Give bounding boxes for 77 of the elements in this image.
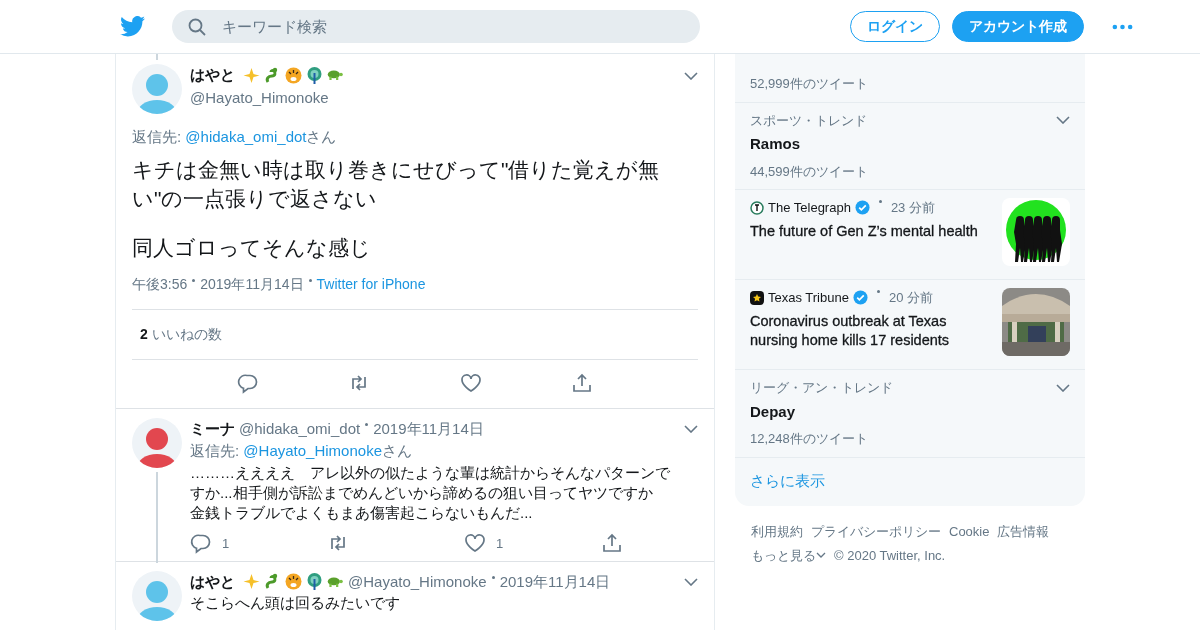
- bird-logo-icon[interactable]: [120, 16, 145, 37]
- separator-dot-icon: [365, 422, 369, 426]
- trend-title[interactable]: Depay: [750, 400, 1070, 423]
- circle-logo-icon: [750, 200, 764, 215]
- star-logo-icon: [750, 290, 764, 305]
- trend-context: リーグ・アン・トレンド: [750, 379, 893, 397]
- tweet-date[interactable]: 2019年11月14日: [499, 570, 611, 593]
- copyright-text: © 2020 Twitter, Inc.: [834, 546, 946, 565]
- turtle-icon: [327, 70, 344, 81]
- caret-icon[interactable]: [684, 72, 698, 80]
- news-time: 20 分前: [888, 289, 933, 307]
- caret-icon[interactable]: [684, 424, 698, 433]
- mention-link[interactable]: @Hayato_Himonoke: [243, 442, 382, 459]
- likes-count[interactable]: 2: [140, 323, 148, 345]
- reply-to-line: 返信先: @hidaka_omi_dotさん: [132, 127, 338, 147]
- separator-dot-icon: [876, 290, 880, 293]
- likes-label[interactable]: いいねの数: [151, 323, 222, 345]
- sparkles-icon: [243, 573, 260, 591]
- reply-icon[interactable]: [236, 373, 259, 394]
- user-name[interactable]: はやと: [190, 64, 235, 87]
- caret-icon[interactable]: [1056, 116, 1070, 125]
- more-link[interactable]: もっと見る: [751, 545, 826, 565]
- footer-link[interactable]: 広告情報: [997, 522, 1050, 542]
- footer-link[interactable]: 利用規約: [751, 522, 803, 542]
- news-source[interactable]: Texas Tribune: [768, 288, 849, 308]
- signup-button[interactable]: アカウント作成: [952, 11, 1084, 42]
- user-handle[interactable]: @Hayato_Himonoke: [190, 86, 676, 109]
- caret-icon[interactable]: [1056, 383, 1070, 392]
- show-more-link[interactable]: さらに表示: [735, 457, 1085, 506]
- separator-dot-icon: [878, 200, 882, 203]
- turtle-icon: [327, 576, 344, 587]
- tweet-time[interactable]: 午後3:56: [132, 273, 188, 295]
- news-source[interactable]: The Telegraph: [768, 198, 851, 218]
- trend-title[interactable]: Ramos: [750, 133, 1070, 156]
- heart-icon[interactable]: [459, 373, 482, 394]
- tweet-text: 金銭トラブルでよくもまあ傷害起こらないもんだ...: [190, 502, 534, 523]
- news-time: 23 分前: [890, 199, 935, 217]
- tweet-text: キチは金無い時は取り巻きにせびって"借りた覚えが無い"の一点張りで返さない: [132, 156, 661, 212]
- heart-icon[interactable]: [464, 533, 486, 554]
- footer-link[interactable]: プライバシーポリシー: [811, 522, 941, 542]
- tweet-text: 同人ゴロってそんな感じ: [132, 234, 372, 261]
- tweet-date[interactable]: 2019年11月14日: [200, 273, 304, 295]
- news-headline[interactable]: The future of Gen Z’s mental health: [750, 221, 994, 241]
- reply-to-line: 返信先: @Hayato_Himonokeさん: [190, 441, 413, 461]
- footer-link[interactable]: Cookie: [949, 522, 990, 542]
- caret-icon: [816, 552, 826, 559]
- user-name[interactable]: はやと: [190, 570, 235, 593]
- login-button[interactable]: ログイン: [850, 11, 940, 42]
- news-headline[interactable]: Coronavirus outbreak at Texas nursing home kills 17 residents: [750, 311, 994, 350]
- share-icon[interactable]: [571, 373, 594, 394]
- tweet-text: ………ええええ アレ以外の似たような輩は統計からそんなパターンですか...相手側が訴訟までめんどいから諦めるの狙い目ってヤツですか: [190, 462, 671, 503]
- sparkles-icon: [243, 66, 260, 84]
- tweet-count: 44,599件のツイート: [750, 162, 869, 181]
- tweet-text: そこらへん頭は回るみたいです: [190, 593, 401, 613]
- separator-dot-icon: [308, 278, 312, 282]
- user-handle[interactable]: @hidaka_omi_dot: [239, 417, 361, 440]
- verified-icon: [854, 200, 870, 216]
- search-icon: [188, 18, 206, 36]
- search-field[interactable]: キーワード検索: [172, 10, 700, 43]
- user-handle[interactable]: @Hayato_Himonoke: [348, 570, 487, 593]
- tweet-date[interactable]: 2019年11月14日: [373, 417, 484, 440]
- tweet-count: 12,248件のツイート: [750, 430, 869, 448]
- trend-context: スポーツ・トレンド: [750, 111, 867, 130]
- avatar[interactable]: [132, 417, 182, 468]
- like-count: 1: [496, 534, 504, 553]
- reply-count: 1: [222, 534, 230, 553]
- more-icon[interactable]: [1112, 23, 1133, 30]
- tweet-count: 52,999件のツイート: [750, 75, 869, 93]
- source-link[interactable]: Twitter for iPhone: [316, 273, 426, 295]
- reply-icon[interactable]: [190, 533, 212, 554]
- separator-dot-icon: [192, 278, 196, 282]
- caret-icon[interactable]: [684, 577, 698, 586]
- mention-link[interactable]: @hidaka_omi_dot: [185, 128, 307, 145]
- user-name[interactable]: ミーナ: [190, 417, 235, 440]
- share-icon[interactable]: [601, 533, 623, 554]
- verified-icon: [852, 290, 868, 306]
- separator-dot-icon: [491, 575, 495, 579]
